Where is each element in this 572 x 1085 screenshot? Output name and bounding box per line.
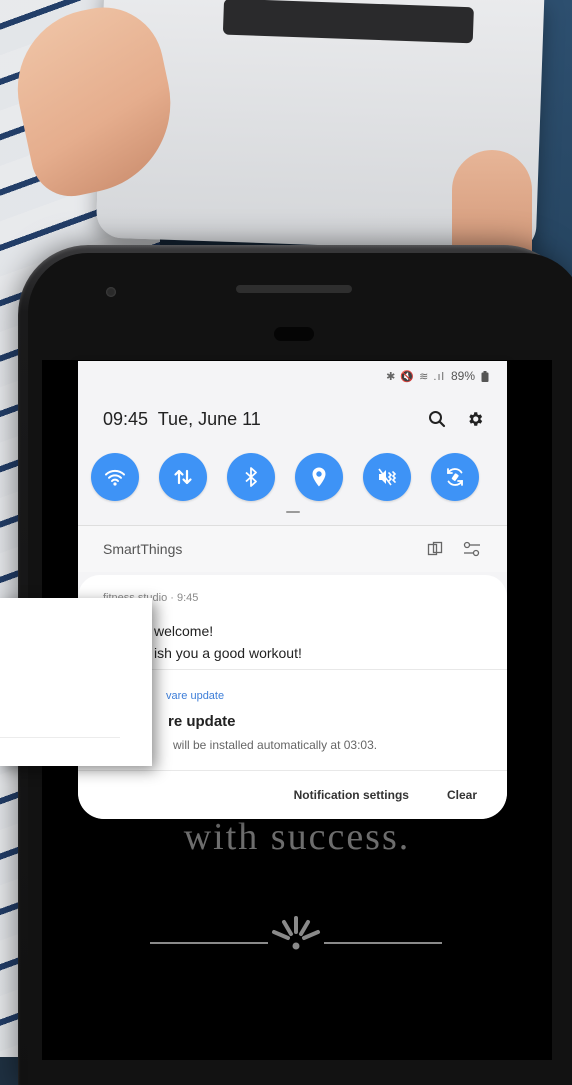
front-camera xyxy=(106,287,116,297)
location-toggle[interactable] xyxy=(295,453,343,501)
ornament xyxy=(150,916,442,960)
quick-settings xyxy=(78,451,507,503)
location-pin-icon xyxy=(312,467,326,487)
filter-settings-icon[interactable] xyxy=(463,541,481,557)
status-bar: ✱ 🔇 ≋ .ıl 89% xyxy=(78,361,507,391)
battery-icon xyxy=(481,370,489,382)
devices-icon[interactable] xyxy=(427,541,443,557)
smartthings-row[interactable]: SmartThings xyxy=(78,526,507,572)
time: 09:45 xyxy=(103,408,149,429)
earpiece xyxy=(274,327,314,341)
battery-percent: 89% xyxy=(450,369,475,383)
background-tagline: with success. xyxy=(183,816,411,858)
smartthings-label: SmartThings xyxy=(103,541,183,557)
gear-icon[interactable] xyxy=(465,409,485,429)
notification-app-label: vare update xyxy=(166,690,225,702)
notification-title: welcome! xyxy=(154,623,214,639)
panel-header: 09:45 Tue, June 11 xyxy=(78,391,507,447)
notification-title: re update xyxy=(168,713,236,730)
data-toggle[interactable] xyxy=(159,453,207,501)
rotate-icon xyxy=(447,468,463,486)
notification-settings-button[interactable]: Notification settings xyxy=(294,788,409,802)
notification-body: will be installed automatically at 03:03… xyxy=(173,738,378,752)
overlay-card xyxy=(0,598,152,766)
notification-actions: Notification settings Clear xyxy=(78,771,507,819)
bluetooth-icon xyxy=(245,467,257,487)
speaker-slit xyxy=(236,285,352,293)
wifi-icon xyxy=(105,469,125,486)
clock[interactable]: 09:45 Tue, June 11 xyxy=(103,409,261,430)
clear-button[interactable]: Clear xyxy=(447,788,477,802)
notification-body: ish you a good workout! xyxy=(154,645,302,661)
bluetooth-toggle[interactable] xyxy=(227,453,275,501)
drag-handle[interactable] xyxy=(285,511,300,513)
up-down-arrows-icon xyxy=(174,469,192,485)
sound-toggle[interactable] xyxy=(363,453,411,501)
search-icon[interactable] xyxy=(427,409,447,429)
wifi-toggle[interactable] xyxy=(91,453,139,501)
date: Tue, June 11 xyxy=(157,408,261,429)
mute-vibrate-icon xyxy=(378,468,397,486)
status-icons: ✱ 🔇 ≋ .ıl xyxy=(386,370,445,383)
rotate-toggle[interactable] xyxy=(431,453,479,501)
burst-icon xyxy=(272,916,320,950)
